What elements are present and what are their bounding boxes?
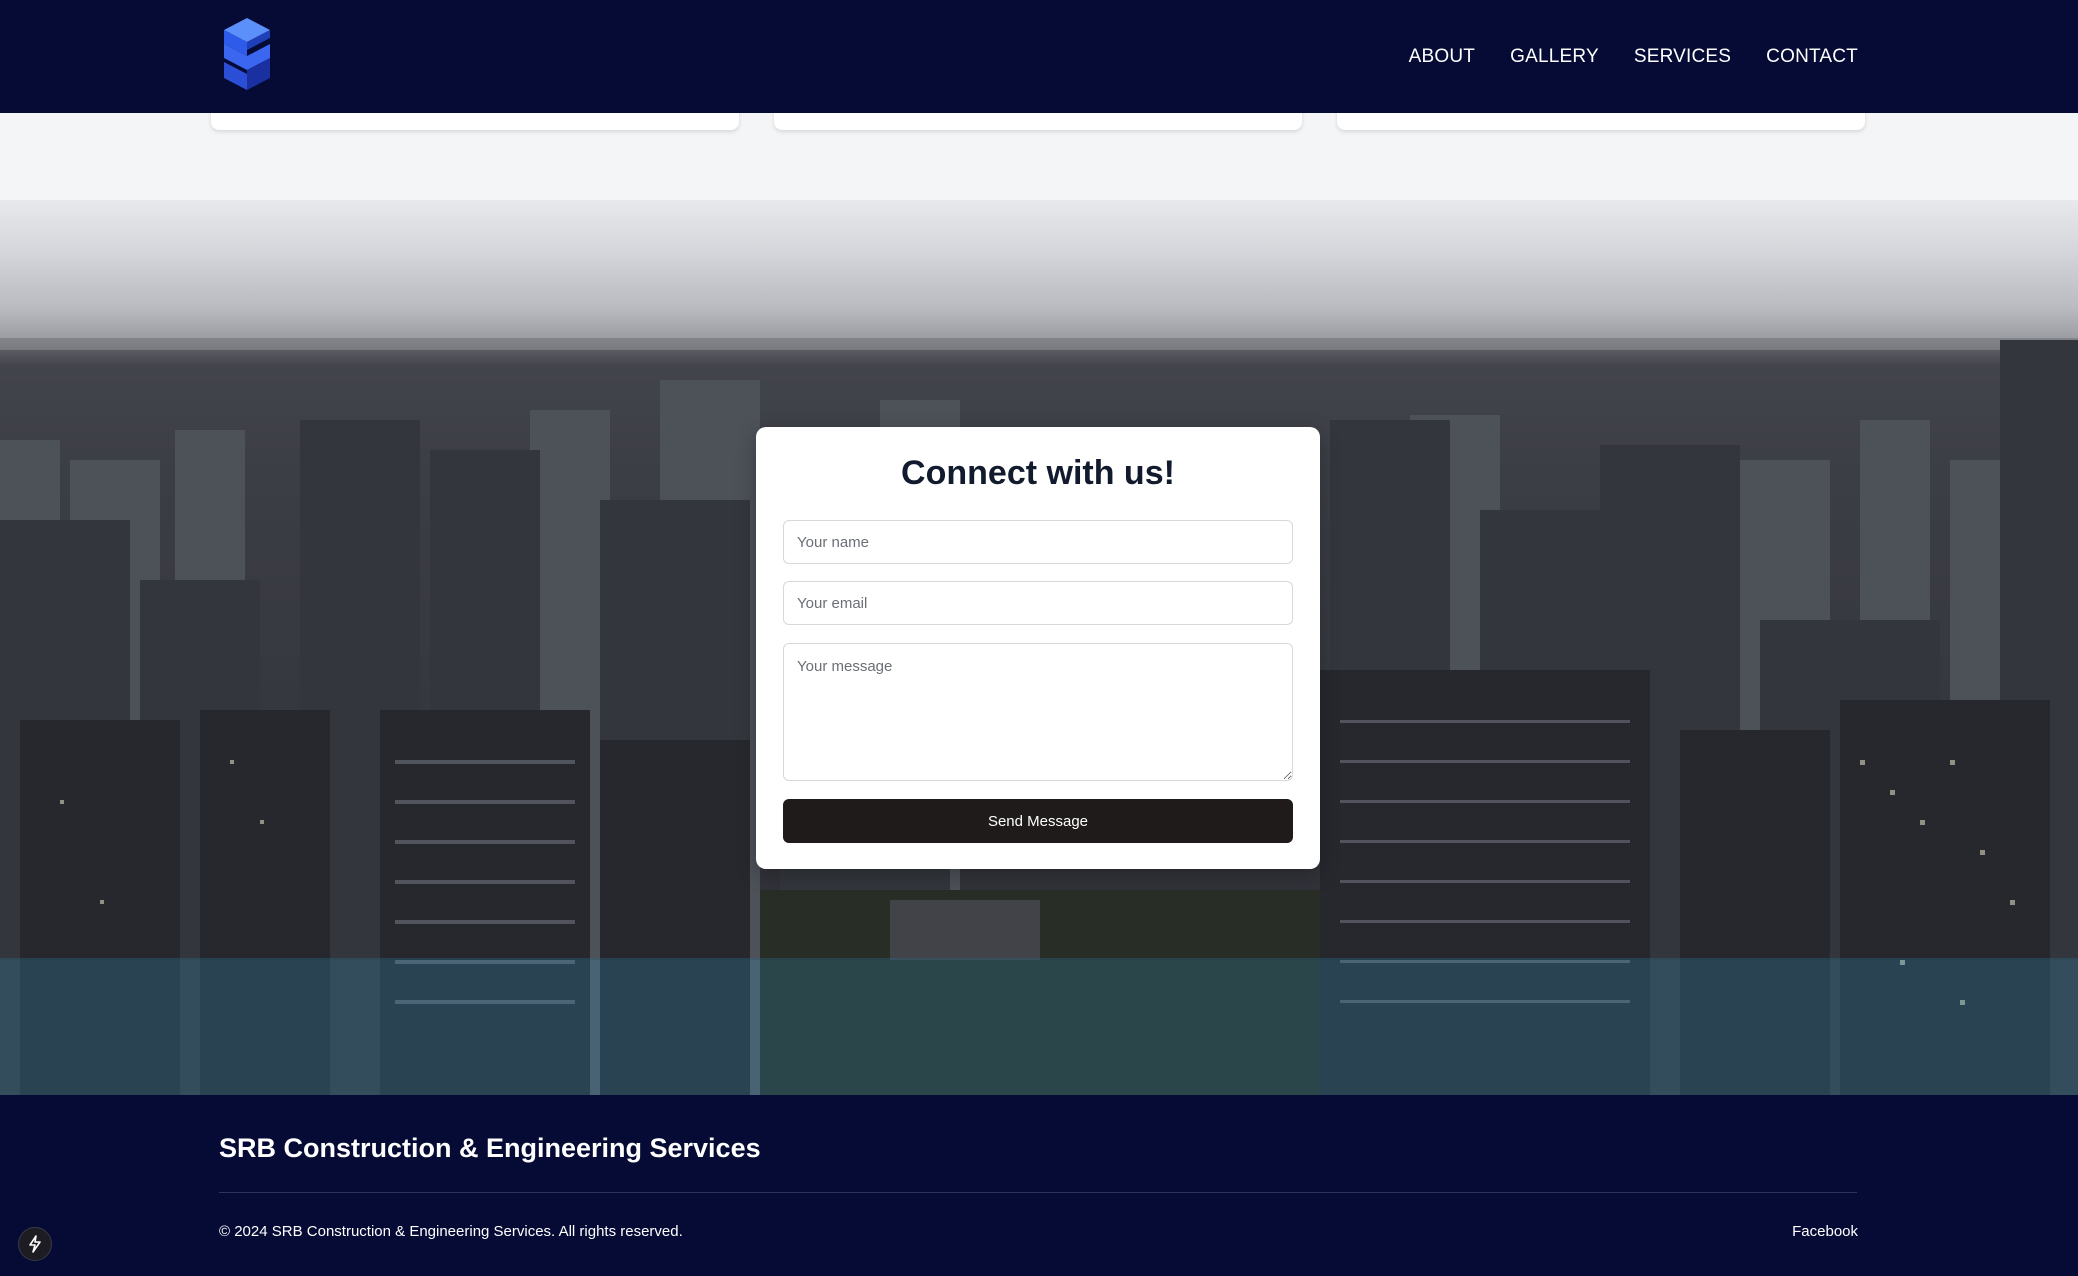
logo-icon[interactable] [218,16,276,92]
footer-divider [219,1192,1857,1193]
facebook-link[interactable]: Facebook [1792,1223,1858,1240]
main-nav: ABOUT GALLERY SERVICES CONTACT [1409,0,1858,113]
form-title: Connect with us! [901,454,1175,492]
site-footer: SRB Construction & Engineering Services … [0,1095,2078,1276]
site-header: ABOUT GALLERY SERVICES CONTACT [0,0,2078,113]
copyright-text: © 2024 SRB Construction & Engineering Se… [219,1223,683,1240]
nav-services[interactable]: SERVICES [1634,46,1731,68]
nav-about[interactable]: ABOUT [1409,46,1475,68]
name-input[interactable] [783,520,1293,564]
nav-gallery[interactable]: GALLERY [1510,46,1599,68]
contact-form: Connect with us! Send Message [756,427,1320,869]
send-message-button[interactable]: Send Message [783,799,1293,843]
email-input[interactable] [783,581,1293,625]
message-textarea[interactable] [783,643,1293,781]
lightning-icon[interactable] [18,1227,52,1261]
nav-contact[interactable]: CONTACT [1766,46,1858,68]
footer-company-name: SRB Construction & Engineering Services [219,1133,761,1163]
